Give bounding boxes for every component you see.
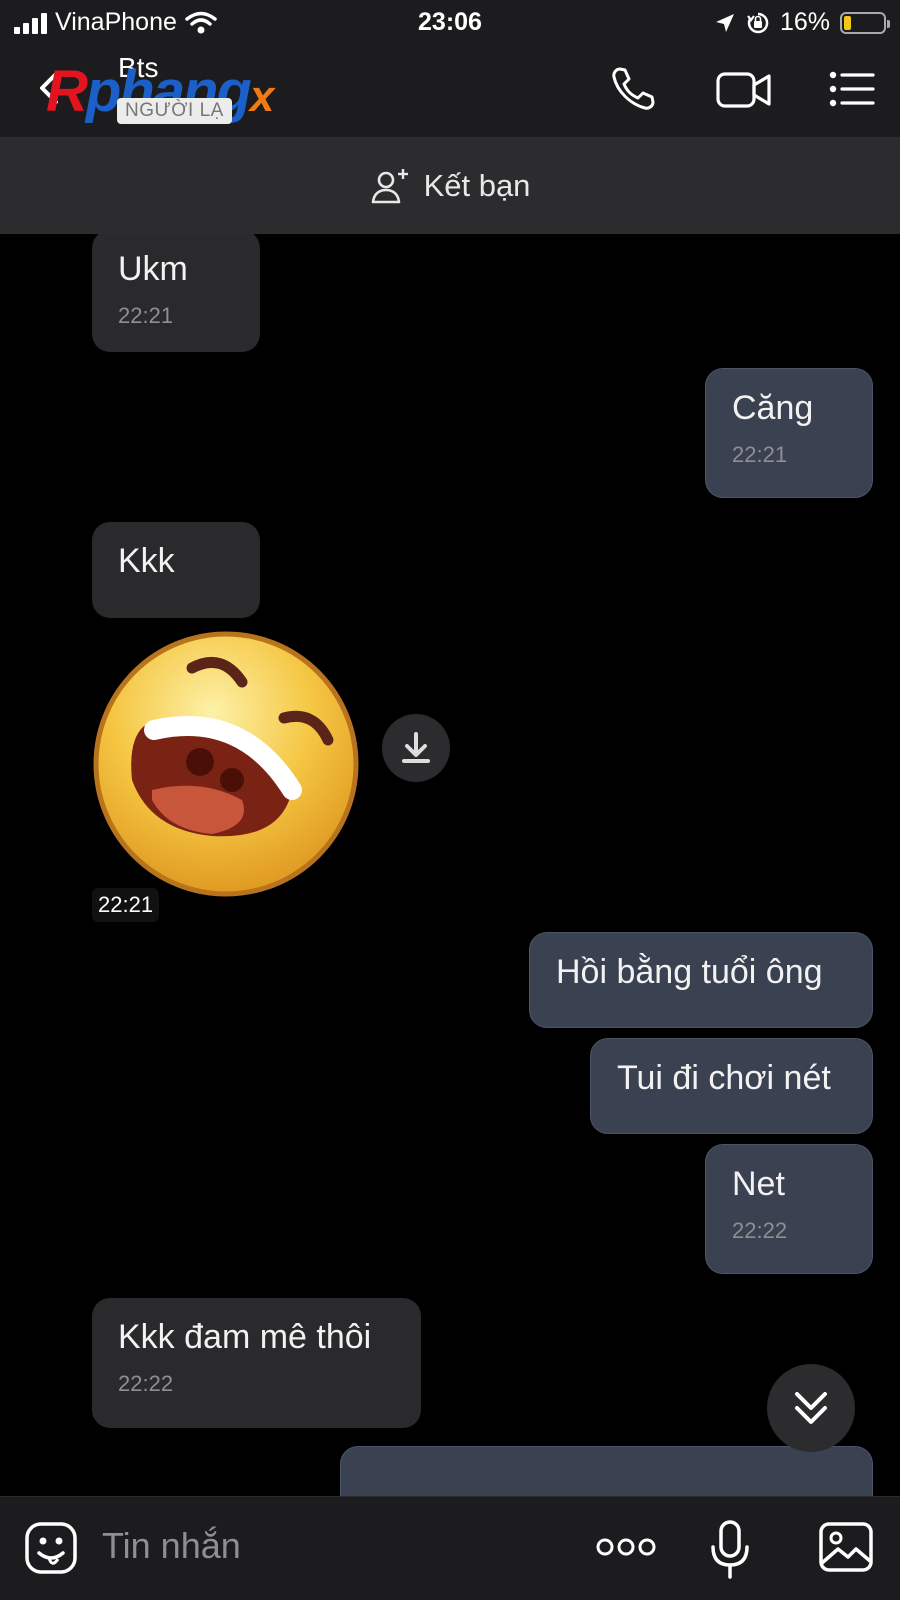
- battery-percent: 16%: [779, 8, 830, 36]
- add-user-icon: [371, 169, 408, 204]
- status-right: 16%: [714, 8, 890, 37]
- message-text: Kkk đam mê thôi: [118, 1318, 372, 1356]
- message-text: Net: [732, 1165, 785, 1203]
- microphone-icon[interactable]: [710, 1519, 750, 1581]
- add-friend-button[interactable]: Kết bạn: [0, 138, 900, 234]
- battery-icon: [840, 11, 890, 34]
- message-time: 22:21: [732, 442, 788, 467]
- emoji-icon[interactable]: [24, 1521, 78, 1575]
- message-bubble[interactable]: Hồi bằng tuổi ông: [529, 932, 873, 1028]
- message-input[interactable]: Tin nhắn: [102, 1525, 241, 1567]
- message-text: Căng: [732, 389, 814, 427]
- double-chevron-down-icon: [795, 1392, 827, 1424]
- message-input-bar: Tin nhắn: [0, 1496, 900, 1600]
- rotation-lock-icon: [747, 12, 769, 33]
- scroll-to-bottom-button[interactable]: [767, 1364, 855, 1452]
- message-bubble[interactable]: Kkk: [92, 522, 260, 618]
- stranger-badge: NGƯỜI LẠ: [117, 98, 232, 124]
- message-bubble[interactable]: Kkk đam mê thôi 22:22: [92, 1298, 421, 1428]
- message-bubble[interactable]: Tui đi chơi nét: [590, 1038, 873, 1134]
- message-text: Hồi bằng tuổi ông: [556, 953, 823, 991]
- message-time: 22:22: [732, 1218, 788, 1243]
- message-text: Kkk: [118, 542, 175, 580]
- download-icon: [402, 732, 430, 763]
- image-icon[interactable]: [818, 1521, 874, 1573]
- phone-icon[interactable]: [608, 64, 658, 114]
- video-call-icon[interactable]: [716, 64, 772, 114]
- message-time: 22:21: [118, 303, 174, 328]
- location-arrow-icon: [715, 13, 734, 32]
- message-bubble[interactable]: Ukm 22:21: [92, 234, 260, 352]
- message-time: 22:22: [118, 1371, 174, 1396]
- message-bubble[interactable]: Net 22:22: [705, 1144, 873, 1274]
- download-button[interactable]: [382, 714, 450, 782]
- message-text: Tui đi chơi nét: [617, 1059, 831, 1097]
- message-text: Ukm: [118, 250, 188, 288]
- list-menu-icon[interactable]: [828, 64, 876, 114]
- laughing-face-sticker[interactable]: [92, 630, 360, 898]
- message-bubble-partial[interactable]: [340, 1446, 873, 1496]
- chat-header: Bts Rphangx NGƯỜI LẠ: [0, 44, 900, 138]
- message-bubble[interactable]: Căng 22:21: [705, 368, 873, 498]
- sticker-time: 22:21: [92, 888, 160, 922]
- message-list[interactable]: Ukm 22:21 Căng 22:21 Kkk 22:21 Hồi bằng …: [0, 234, 900, 1496]
- status-bar: VinaPhone 23:06 16%: [0, 0, 900, 44]
- add-friend-label: Kết bạn: [423, 168, 531, 203]
- more-dots-icon[interactable]: [596, 1535, 656, 1559]
